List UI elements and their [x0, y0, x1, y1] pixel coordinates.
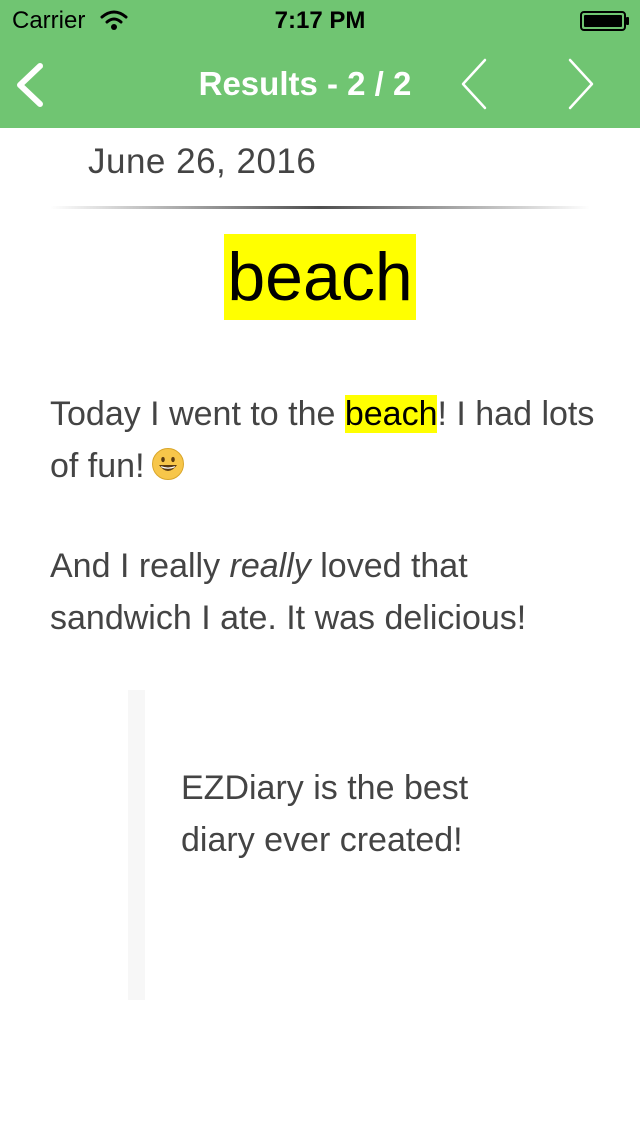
status-time: 7:17 PM [274, 7, 366, 34]
paragraph-1-text-before: Today I went to the [50, 395, 345, 433]
grinning-face-icon [151, 448, 184, 480]
search-keyword-container: beach [0, 234, 640, 320]
entry-date: June 26, 2016 [88, 142, 317, 181]
blockquote-bar [128, 690, 145, 1000]
top-bar: Carrier 7:17 PM Results - 2 / 2 [0, 0, 640, 128]
emphasized-word: really [229, 547, 311, 585]
previous-result-chevron-icon[interactable] [455, 56, 495, 112]
entry-paragraph-1: Today I went to the beach! I had lots of… [50, 388, 610, 492]
date-divider [50, 206, 590, 209]
back-chevron-icon[interactable] [10, 60, 50, 110]
results-title: Results - 2 / 2 [198, 65, 412, 102]
battery-icon [580, 11, 629, 31]
blockquote-text: EZDiary is the best diary ever created! [181, 769, 469, 859]
highlighted-match: beach [344, 395, 438, 433]
status-bar: Carrier 7:17 PM [0, 0, 640, 40]
entry-paragraph-2: And I really really loved that sandwich … [50, 540, 610, 644]
diary-search-result-screen: Carrier 7:17 PM Results - 2 / 2 June 26,… [0, 0, 640, 1136]
next-result-chevron-icon[interactable] [560, 56, 600, 112]
paragraph-2-text-before: And I really [50, 547, 230, 585]
search-keyword: beach [224, 234, 416, 320]
